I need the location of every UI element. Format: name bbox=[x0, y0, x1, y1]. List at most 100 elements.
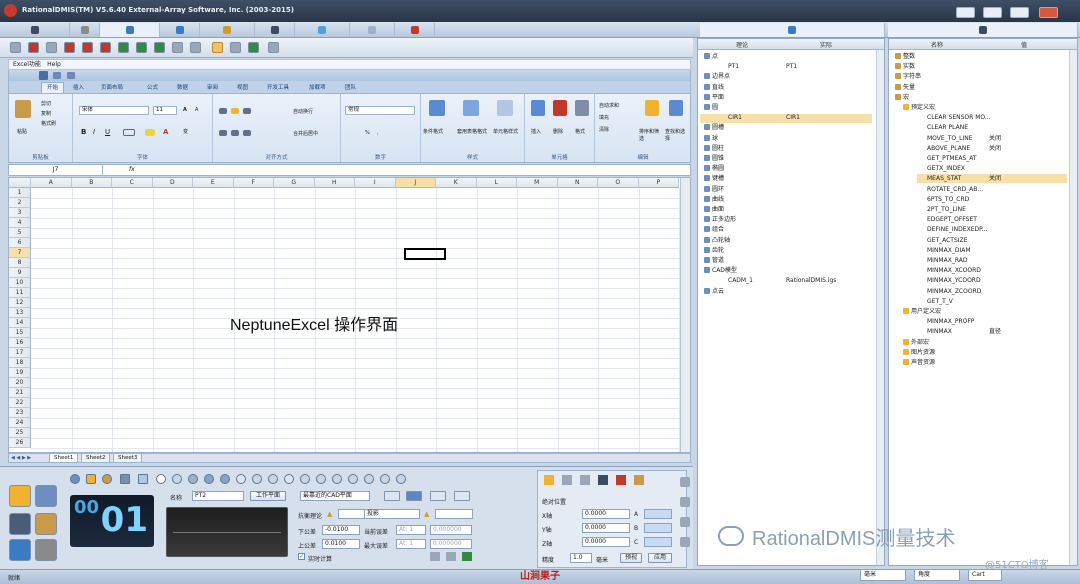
variable-item[interactable]: EDGEPT_OFFSET bbox=[919, 216, 977, 224]
feature-item[interactable]: CIR1 bbox=[720, 114, 742, 122]
apply-button[interactable]: 应用 bbox=[648, 553, 672, 563]
conditional-format-icon[interactable] bbox=[429, 100, 445, 116]
column-header[interactable]: H bbox=[314, 178, 355, 188]
window-icon[interactable] bbox=[454, 491, 470, 501]
side-icon-4[interactable] bbox=[680, 537, 690, 547]
menu-excel-functions[interactable]: Excel功能 bbox=[13, 61, 41, 68]
cone-icon[interactable] bbox=[220, 474, 230, 484]
feature-item[interactable]: CADM_1 bbox=[720, 277, 753, 285]
toolbar-icon-7[interactable] bbox=[118, 42, 129, 53]
mode-icon-3[interactable] bbox=[9, 513, 31, 535]
variable-item[interactable]: MINMAX_RAD bbox=[919, 257, 967, 265]
row-header[interactable]: 19 bbox=[9, 368, 31, 378]
align-top-icon[interactable] bbox=[219, 108, 227, 114]
column-header[interactable]: M bbox=[517, 178, 558, 188]
module-tab-3[interactable] bbox=[100, 23, 160, 37]
mode-icon-4[interactable] bbox=[35, 513, 57, 535]
feature-item[interactable]: 圆柱 bbox=[704, 144, 724, 153]
row-header[interactable]: 25 bbox=[9, 428, 31, 438]
circle-icon[interactable] bbox=[156, 474, 166, 484]
row-header[interactable]: 3 bbox=[9, 208, 31, 218]
find-select-icon[interactable] bbox=[669, 100, 683, 116]
feature-item[interactable]: 键槽 bbox=[704, 175, 724, 183]
projection-field[interactable] bbox=[435, 509, 473, 519]
comma-button[interactable]: , bbox=[377, 130, 379, 136]
row-header[interactable]: 14 bbox=[9, 318, 31, 328]
variable-item[interactable]: 实数 bbox=[895, 63, 915, 71]
coord-select[interactable]: Cart bbox=[968, 569, 1002, 581]
gear-icon[interactable] bbox=[380, 474, 390, 484]
align-middle-icon[interactable] bbox=[231, 108, 239, 114]
format-table-button[interactable]: 套用表格格式 bbox=[457, 128, 487, 135]
x-field[interactable]: 0.0000 bbox=[582, 509, 630, 519]
side-icon-3[interactable] bbox=[680, 517, 690, 527]
column-header[interactable]: F bbox=[233, 178, 274, 188]
toolbar-icon-14[interactable] bbox=[248, 42, 259, 53]
sort-filter-icon[interactable] bbox=[645, 100, 659, 116]
column-header[interactable]: K bbox=[436, 178, 477, 188]
variable-tree-scrollbar[interactable] bbox=[1069, 50, 1077, 565]
variable-item[interactable]: MEAS_STAT bbox=[919, 175, 961, 183]
ribbon-tab-view[interactable]: 视图 bbox=[237, 83, 248, 91]
feature-item[interactable]: PT1 bbox=[720, 63, 739, 71]
feature-panel-tab[interactable] bbox=[700, 23, 885, 37]
angle-select[interactable]: 角度 bbox=[914, 569, 960, 581]
autosum-button[interactable]: 自动求和 bbox=[599, 102, 619, 109]
feature-item[interactable]: 管道 bbox=[704, 257, 724, 265]
column-header[interactable]: D bbox=[152, 178, 193, 188]
row-header[interactable]: 23 bbox=[9, 408, 31, 418]
column-header[interactable]: O bbox=[598, 178, 639, 188]
close-button[interactable] bbox=[1039, 7, 1058, 18]
sheet-tab-3[interactable]: Sheet3 bbox=[113, 454, 143, 463]
row-header[interactable]: 22 bbox=[9, 398, 31, 408]
feature-item[interactable]: 凸轮轴 bbox=[704, 236, 730, 245]
module-tab-7[interactable] bbox=[295, 23, 350, 37]
clear-button[interactable]: 清除 bbox=[599, 126, 609, 133]
toolbar-icon-5[interactable] bbox=[82, 42, 93, 53]
column-header[interactable]: G bbox=[274, 178, 315, 188]
variable-item[interactable]: 用户定义宏 bbox=[903, 308, 941, 316]
percent-button[interactable]: % bbox=[365, 130, 370, 136]
ribbon-tab-page-layout[interactable]: 页面布局 bbox=[101, 83, 123, 91]
row-header[interactable]: 1 bbox=[9, 188, 31, 198]
mode-icon-6[interactable] bbox=[35, 539, 57, 561]
variable-item[interactable]: 2PT_TO_LINE bbox=[919, 206, 966, 214]
toolbar-icon-13[interactable] bbox=[230, 42, 241, 53]
compound-icon[interactable] bbox=[348, 474, 358, 484]
delete-cells-button[interactable]: 删除 bbox=[553, 128, 563, 135]
toolbar-icon-11[interactable] bbox=[190, 42, 201, 53]
delete-cells-icon[interactable] bbox=[553, 100, 567, 116]
column-header[interactable]: A bbox=[31, 178, 72, 188]
shrink-font-button[interactable]: A bbox=[195, 107, 198, 113]
feature-icon-2[interactable] bbox=[86, 474, 96, 484]
unit-select[interactable]: 毫米 bbox=[860, 569, 906, 581]
ribbon-tab-data[interactable]: 数据 bbox=[177, 83, 188, 91]
row-header[interactable]: 11 bbox=[9, 288, 31, 298]
feature-item[interactable]: 点云 bbox=[704, 287, 724, 296]
sheet-nav-arrows[interactable]: ◀ ◀ ▶ ▶ bbox=[11, 455, 31, 461]
find-select-button[interactable]: 查找和选择 bbox=[665, 128, 689, 142]
column-header[interactable]: J bbox=[395, 178, 436, 188]
ribbon-tab-team[interactable]: 团队 bbox=[345, 83, 356, 91]
torus-icon[interactable] bbox=[268, 474, 278, 484]
pos-icon-1[interactable] bbox=[544, 475, 554, 485]
feature-item[interactable]: 曲线 bbox=[704, 195, 724, 204]
maximize-button[interactable] bbox=[1010, 7, 1029, 18]
row-header[interactable]: 15 bbox=[9, 328, 31, 338]
module-tab-9[interactable] bbox=[395, 23, 435, 37]
axis-icon[interactable] bbox=[9, 539, 31, 561]
ribbon-tab-insert[interactable]: 插入 bbox=[73, 83, 84, 91]
precision-field[interactable]: 1.0 bbox=[570, 553, 592, 563]
variable-item[interactable]: MINMAX_XCOORD bbox=[919, 267, 981, 275]
toolbar-icon-9[interactable] bbox=[154, 42, 165, 53]
row-header[interactable]: 17 bbox=[9, 348, 31, 358]
sheet-tab-2[interactable]: Sheet2 bbox=[81, 454, 111, 463]
align-center-icon[interactable] bbox=[231, 130, 239, 136]
preview-button[interactable]: 预视 bbox=[620, 553, 642, 563]
column-header[interactable]: C bbox=[112, 178, 153, 188]
mode-icon-1[interactable] bbox=[9, 485, 31, 507]
column-header[interactable]: B bbox=[71, 178, 112, 188]
variable-item[interactable]: DEFINE_INDEXEDP... bbox=[919, 226, 988, 234]
feature-icon-1[interactable] bbox=[70, 474, 80, 484]
variable-panel-tab[interactable] bbox=[888, 23, 1078, 37]
